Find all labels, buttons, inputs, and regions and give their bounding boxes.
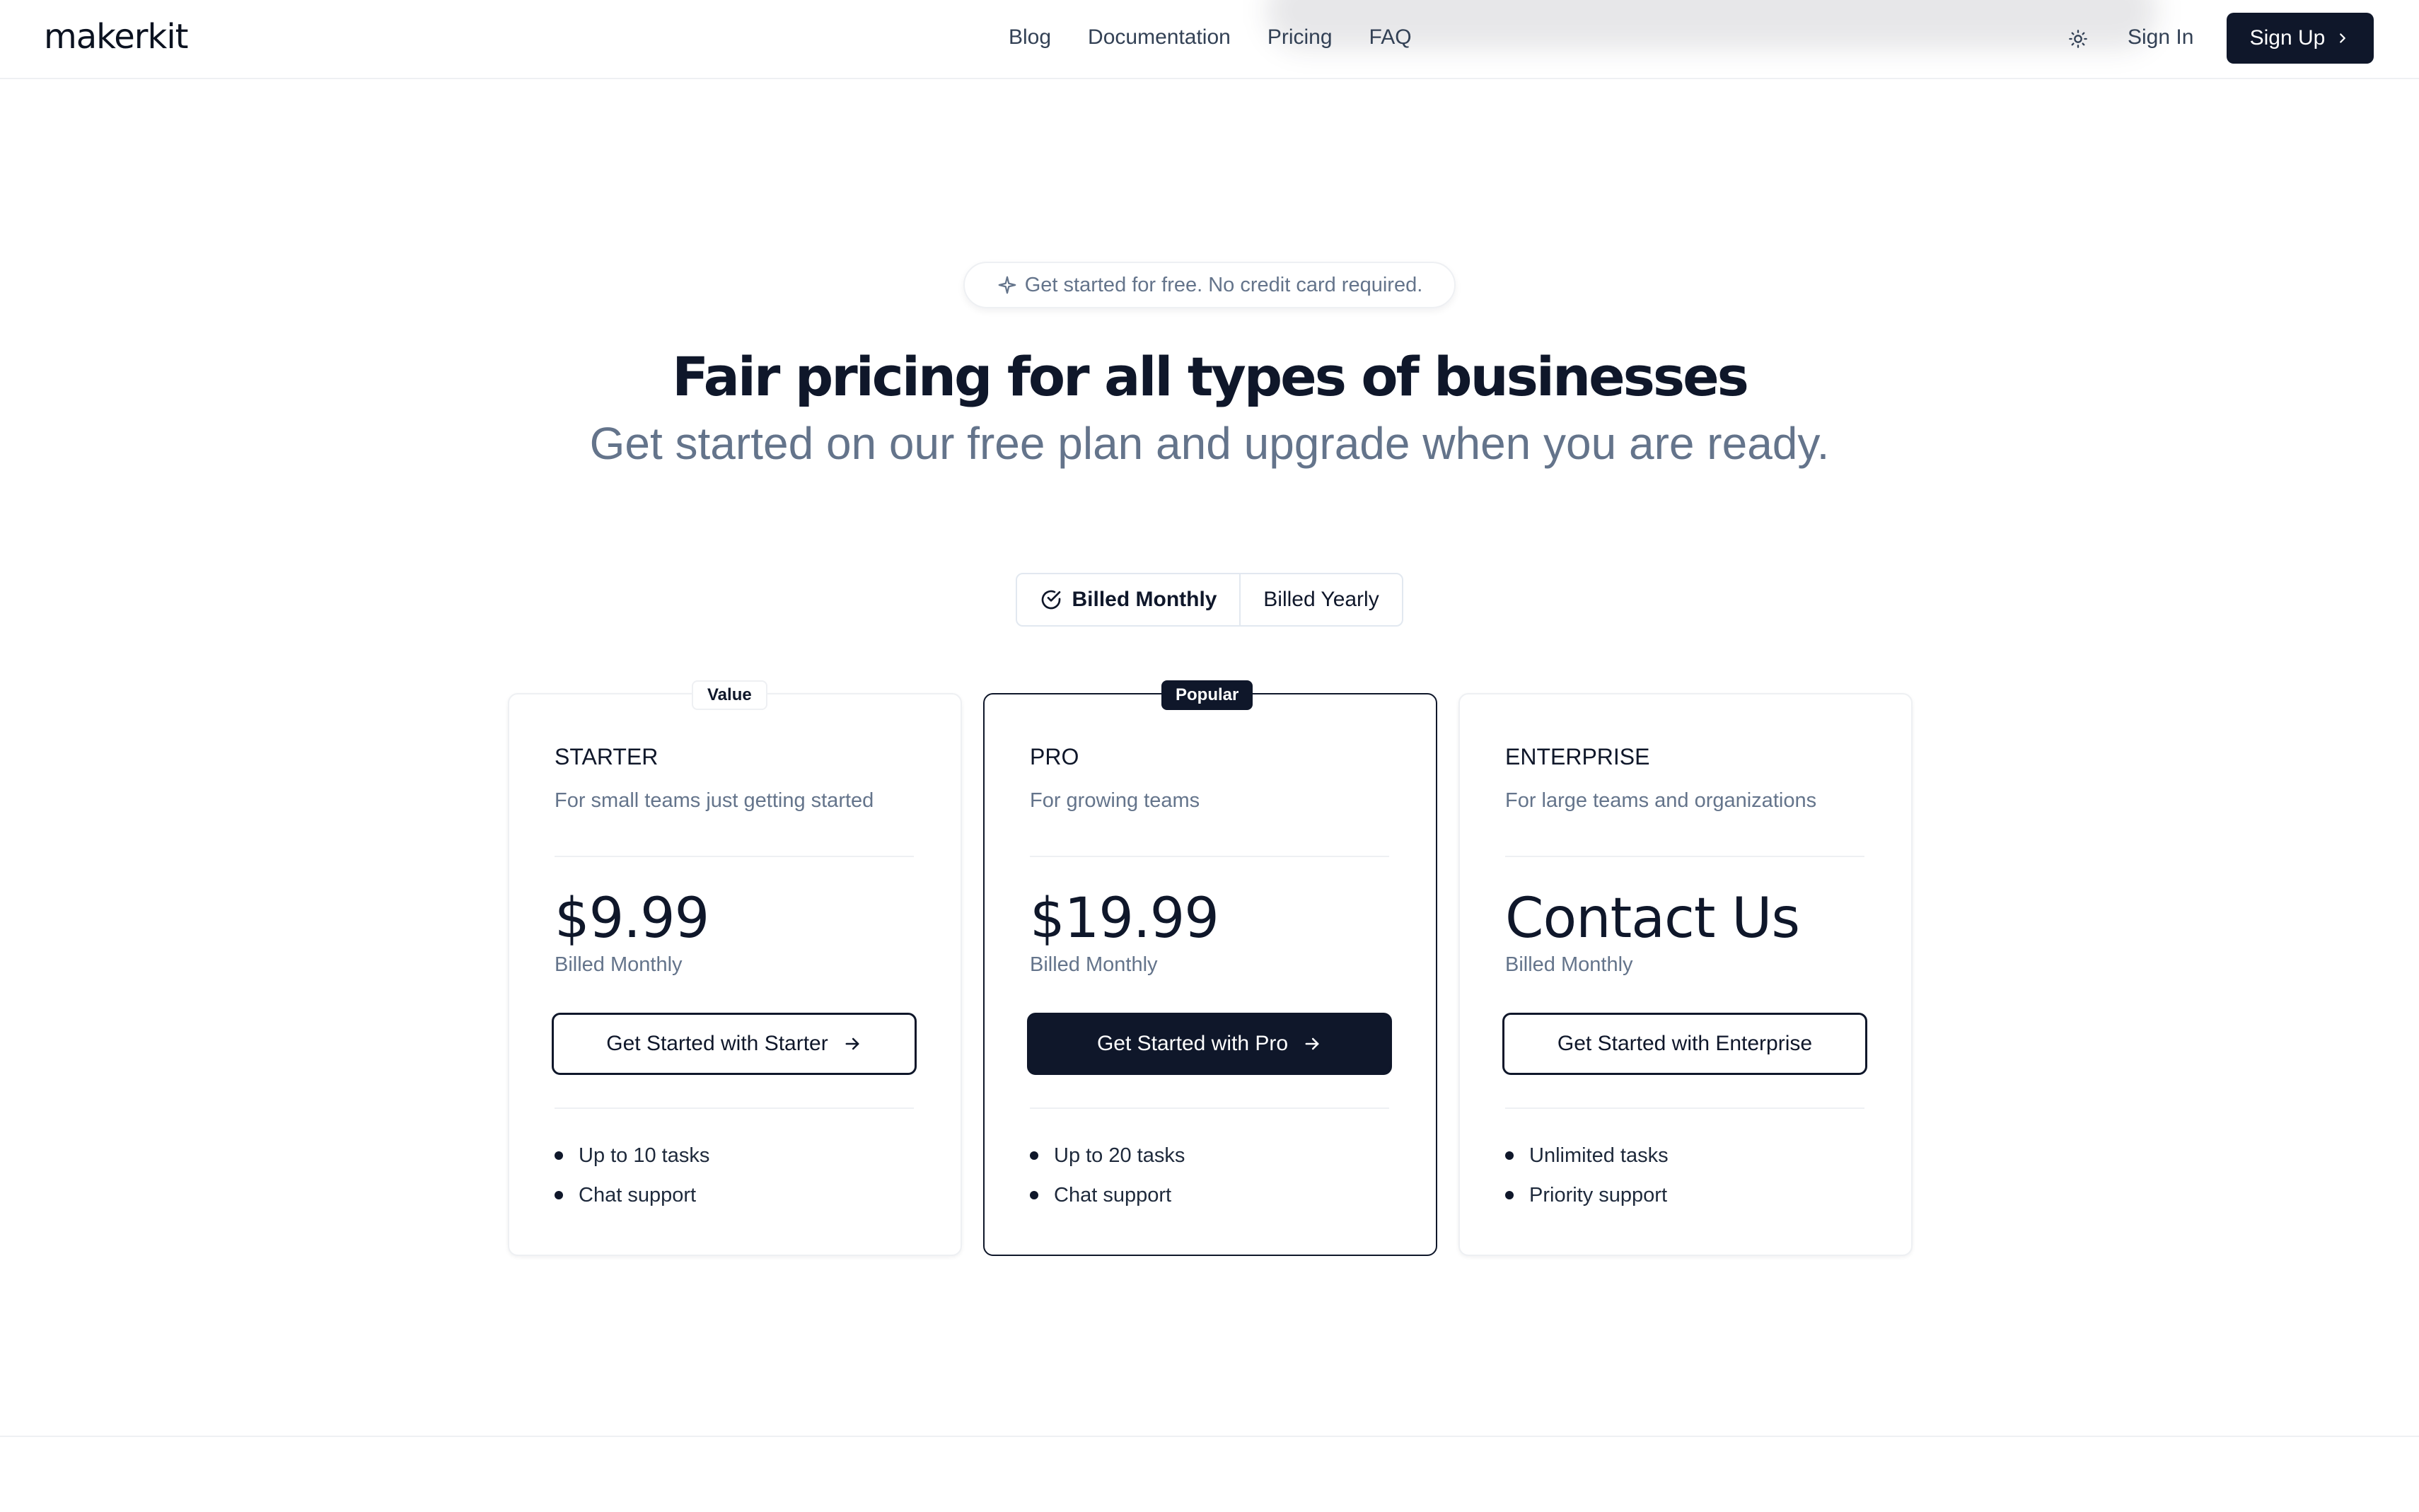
sign-in-link[interactable]: Sign In — [2128, 25, 2193, 50]
billing-period-toggle: Billed Monthly Billed Yearly — [1016, 573, 1403, 627]
plan-billing-period: Billed Monthly — [1030, 953, 1158, 976]
plan-badge: Popular — [1161, 680, 1253, 710]
bullet — [1030, 1191, 1038, 1199]
plan-description: For small teams just getting started — [555, 789, 874, 812]
arrow-right-icon — [1305, 1037, 1319, 1050]
plan-price: $19.99 — [1030, 887, 1219, 950]
sign-up-label: Sign Up — [2249, 26, 2326, 50]
main-nav: Blog Documentation Pricing FAQ — [1009, 25, 1412, 50]
plan-name: PRO — [1030, 744, 1079, 769]
divider — [555, 1107, 914, 1109]
plan-name: ENTERPRISE — [1505, 744, 1650, 769]
get-started-pro-button[interactable]: Get Started with Pro — [1027, 1013, 1392, 1075]
feature-text: Priority support — [1529, 1183, 1668, 1206]
nav-link-faq[interactable]: FAQ — [1369, 25, 1412, 50]
divider — [1505, 856, 1864, 857]
plan-card-pro: Popular PRO For growing teams $19.99 Bil… — [983, 680, 1437, 1256]
check-circle-icon — [1041, 590, 1060, 610]
free-start-pill: Get started for free. No credit card req… — [963, 262, 1456, 308]
arrow-right-icon — [845, 1037, 859, 1050]
billed-monthly-option[interactable]: Billed Monthly — [1017, 574, 1241, 625]
feature-text: Unlimited tasks — [1529, 1144, 1669, 1167]
plan-description: For growing teams — [1030, 789, 1200, 812]
cta-label: Get Started with Pro — [1096, 1032, 1289, 1055]
plan-billing-period: Billed Monthly — [555, 953, 683, 976]
sun-icon — [2069, 30, 2087, 48]
cta-label: Get Started with Enterprise — [1557, 1032, 1813, 1055]
feature-item: Unlimited tasks — [1505, 1136, 1669, 1175]
theme-toggle-button[interactable] — [2064, 25, 2092, 53]
divider — [555, 856, 914, 857]
plan-billing-period: Billed Monthly — [1505, 953, 1633, 976]
sparkle-icon — [998, 276, 1016, 294]
page-title: Fair pricing for all types of businesses — [672, 345, 1749, 408]
plan-card-enterprise: ENTERPRISE For large teams and organizat… — [1458, 693, 1913, 1256]
feature-text: Chat support — [579, 1183, 697, 1206]
plan-price: Contact Us — [1505, 887, 1800, 950]
feature-item: Priority support — [1505, 1175, 1669, 1215]
plan-card-starter: Value STARTER For small teams just getti… — [508, 680, 962, 1256]
plan-badge: Value — [692, 680, 767, 710]
bullet — [1505, 1151, 1514, 1160]
nav-link-documentation[interactable]: Documentation — [1088, 25, 1231, 50]
billed-yearly-label: Billed Yearly — [1263, 588, 1379, 611]
nav-link-blog[interactable]: Blog — [1009, 25, 1051, 50]
footer-divider — [0, 1436, 2419, 1437]
feature-item: Chat support — [1030, 1175, 1185, 1215]
plan-description: For large teams and organizations — [1505, 789, 1817, 812]
page-subtitle: Get started on our free plan and upgrade… — [589, 418, 1830, 469]
feature-item: Chat support — [555, 1175, 709, 1215]
bullet — [1030, 1151, 1038, 1160]
pill-text: Get started for free. No credit card req… — [1024, 273, 1423, 296]
feature-list: Unlimited tasks Priority support — [1505, 1136, 1669, 1215]
feature-item: Up to 20 tasks — [1030, 1136, 1185, 1175]
chevron-right-icon — [2340, 33, 2346, 43]
nav-link-pricing[interactable]: Pricing — [1267, 25, 1333, 50]
feature-text: Up to 10 tasks — [579, 1144, 710, 1167]
site-header: makerkit Blog Documentation Pricing FAQ … — [0, 0, 2419, 79]
feature-list: Up to 20 tasks Chat support — [1030, 1136, 1185, 1215]
bullet — [1505, 1191, 1514, 1199]
feature-list: Up to 10 tasks Chat support — [555, 1136, 709, 1215]
divider — [1030, 856, 1389, 857]
bullet — [555, 1151, 563, 1160]
feature-text: Chat support — [1054, 1183, 1172, 1206]
get-started-enterprise-button[interactable]: Get Started with Enterprise — [1502, 1013, 1867, 1075]
cta-label: Get Started with Starter — [606, 1032, 828, 1055]
bullet — [555, 1191, 563, 1199]
sign-up-button[interactable]: Sign Up — [2227, 13, 2374, 64]
feature-text: Up to 20 tasks — [1054, 1144, 1185, 1167]
billed-yearly-option[interactable]: Billed Yearly — [1241, 574, 1402, 625]
plan-name: STARTER — [555, 744, 659, 769]
get-started-starter-button[interactable]: Get Started with Starter — [552, 1013, 917, 1075]
billed-monthly-label: Billed Monthly — [1072, 588, 1217, 611]
divider — [1030, 1107, 1389, 1109]
divider — [1505, 1107, 1864, 1109]
logo[interactable]: makerkit — [44, 17, 188, 57]
plan-price: $9.99 — [555, 887, 709, 950]
feature-item: Up to 10 tasks — [555, 1136, 709, 1175]
